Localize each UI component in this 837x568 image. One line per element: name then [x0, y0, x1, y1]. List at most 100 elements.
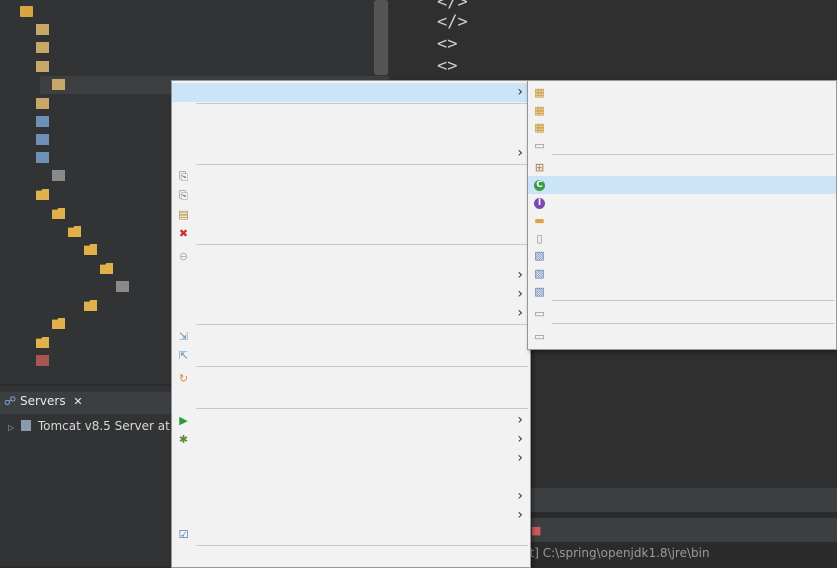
tree-item[interactable] — [24, 149, 52, 167]
menu-separator — [196, 408, 528, 409]
chevron-right-icon: › — [517, 450, 523, 466]
paste-icon: ▤ — [178, 208, 189, 221]
submenu-item-folder[interactable]: ▬ — [528, 211, 836, 229]
folder-icon — [36, 189, 49, 200]
submenu-item-jsp-file[interactable]: ▧ — [528, 264, 836, 282]
pkg-icon — [36, 24, 49, 35]
interface-icon: I — [534, 197, 545, 209]
submenu-item-spring-starter-project[interactable]: ▦ — [528, 101, 836, 119]
view-tab[interactable]: ■ — [531, 523, 544, 537]
spring-icon: ▦ — [534, 103, 545, 117]
lib-icon — [36, 134, 49, 145]
tree-item[interactable] — [24, 58, 52, 76]
jsp-file-icon: ▧ — [534, 267, 545, 280]
debug-icon: ✱ — [178, 433, 189, 446]
import-icon: ⇲ — [178, 330, 189, 343]
tree-item[interactable] — [104, 278, 132, 296]
tree-item[interactable] — [24, 21, 52, 39]
chevron-right-icon: › — [517, 488, 523, 504]
bracket: </ — [437, 0, 458, 12]
menu-item-debug-as[interactable]: ✱ › — [172, 430, 530, 449]
copy-icon: ⎘ — [179, 189, 188, 202]
tree-item[interactable] — [88, 260, 116, 278]
submenu-item-import-spring-getting-started-content[interactable]: ▦ — [528, 118, 836, 136]
expand-icon[interactable]: ▷ — [8, 423, 14, 432]
menu-item-validate[interactable]: ☑ — [172, 525, 530, 544]
tree-item[interactable] — [40, 315, 68, 333]
tree-item[interactable] — [24, 131, 52, 149]
example-icon: ▭ — [534, 307, 545, 321]
tree-item[interactable] — [72, 241, 100, 259]
folder-icon — [84, 244, 97, 255]
refresh-icon: ↻ — [178, 372, 189, 385]
tree-item[interactable] — [24, 352, 52, 370]
package-icon: ⊞ — [534, 161, 545, 175]
menu-item-new[interactable]: › — [172, 83, 530, 102]
new-submenu[interactable]: ▦ ▦ ▦ ▭ ⊞ C I ▬ ▯ ▧ ▧ ▧ ▭ ▭ — [527, 80, 837, 350]
tree-item[interactable] — [24, 334, 52, 352]
menu-item-restore-from-local-history[interactable] — [172, 468, 530, 487]
submenu-item-other[interactable]: ▭ — [528, 327, 836, 345]
menu-item-export[interactable]: ⇱ — [172, 346, 530, 365]
menu-item-remove-from-context[interactable]: ⊖ — [172, 247, 530, 266]
menu-item-delete[interactable]: ✖ — [172, 224, 530, 243]
menu-item-team[interactable]: › — [172, 487, 530, 506]
close-icon[interactable]: ✕ — [73, 395, 82, 408]
menu-item-copy-qualified-name[interactable]: ⎘ — [172, 186, 530, 205]
menu-item-show-in[interactable]: › — [172, 144, 530, 163]
servers-tab[interactable]: ☍ Servers ✕ — [4, 394, 83, 408]
chevron-right-icon: › — [517, 412, 523, 428]
menu-item-assign-working-sets[interactable] — [172, 388, 530, 407]
folder-icon — [68, 226, 81, 237]
menu-item-open-in-new-window[interactable] — [172, 106, 530, 125]
tree-item[interactable] — [40, 167, 68, 185]
menu-item-run-as[interactable]: ▶ › — [172, 411, 530, 430]
menu-item-properties[interactable] — [172, 548, 530, 567]
submenu-item-css-file[interactable]: ▧ — [528, 246, 836, 264]
tree-item[interactable] — [56, 223, 84, 241]
folder-icon — [100, 263, 113, 274]
explorer-scrollbar[interactable] — [374, 0, 388, 75]
submenu-item-spring-legacy-project[interactable]: ▦ — [528, 83, 836, 101]
remove-icon: ⊖ — [178, 250, 189, 263]
menu-separator — [196, 103, 528, 104]
menu-item-refactor[interactable]: › — [172, 304, 530, 323]
chevron-right-icon: › — [517, 286, 523, 302]
server-row[interactable]: ▷ Tomcat v8.5 Server at lo — [8, 419, 184, 433]
bracket: > — [447, 34, 458, 54]
menu-item-open-type-hierarchy[interactable] — [172, 125, 530, 144]
pkg-icon — [36, 98, 49, 109]
menu-item-profile-as[interactable]: › — [172, 449, 530, 468]
menu-item-refresh[interactable]: ↻ — [172, 369, 530, 388]
menu-item-build-path[interactable]: › — [172, 266, 530, 285]
tree-item[interactable] — [24, 95, 52, 113]
submenu-item-class[interactable]: C — [528, 176, 836, 194]
servers-tab-label: Servers — [19, 394, 66, 408]
menu-item-paste[interactable]: ▤ — [172, 205, 530, 224]
lib-icon — [36, 152, 49, 163]
submenu-item-interface[interactable]: I — [528, 194, 836, 212]
submenu-item-file[interactable]: ▯ — [528, 229, 836, 247]
tree-item[interactable] — [24, 39, 52, 57]
tree-item[interactable] — [24, 113, 52, 131]
context-menu[interactable]: › › ⎘ ⎘ ▤ ✖ ⊖ › › › ⇲ ⇱ ↻ ▶ › ✱ › › › › ☑ — [171, 80, 531, 568]
submenu-item-example[interactable]: ▭ — [528, 304, 836, 322]
server-icon — [20, 420, 31, 431]
menu-item-compare-with[interactable]: › — [172, 506, 530, 525]
bracket: < — [437, 34, 448, 54]
tree-item[interactable] — [24, 186, 52, 204]
copy-icon: ⎘ — [179, 170, 188, 183]
submenu-item-package[interactable]: ⊞ — [528, 158, 836, 176]
tree-item[interactable] — [72, 297, 100, 315]
tree-item[interactable] — [40, 205, 68, 223]
menu-item-source[interactable]: › — [172, 285, 530, 304]
menu-item-copy[interactable]: ⎘ — [172, 167, 530, 186]
bracket: </ — [437, 12, 458, 32]
menu-item-import[interactable]: ⇲ — [172, 327, 530, 346]
tree-item[interactable] — [8, 3, 36, 21]
submenu-item-project[interactable]: ▭ — [528, 136, 836, 154]
problems-icon: ■ — [531, 524, 542, 537]
submenu-item-xml-file[interactable]: ▧ — [528, 282, 836, 300]
other-wizard-icon: ▭ — [534, 329, 545, 343]
chevron-right-icon: › — [517, 431, 523, 447]
